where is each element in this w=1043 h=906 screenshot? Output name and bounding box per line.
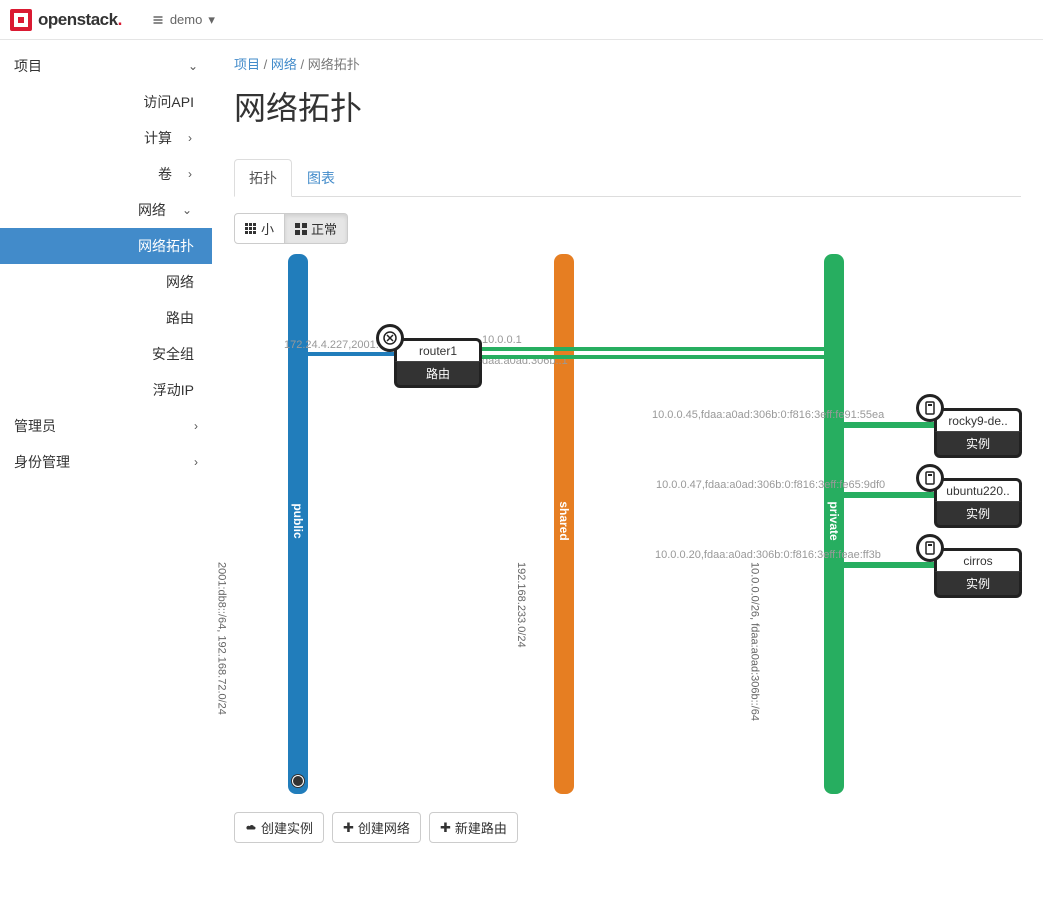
server-icon — [916, 394, 944, 422]
link-ubuntu — [834, 492, 944, 498]
size-normal-button[interactable]: 正常 — [285, 213, 348, 244]
grid-large-icon — [295, 223, 307, 235]
globe-icon — [291, 774, 305, 788]
plus-icon: ✚ — [343, 820, 354, 836]
chevron-right-icon: › — [194, 455, 198, 469]
size-toggle: 小 正常 — [234, 213, 348, 244]
tabs: 拓扑 图表 — [234, 159, 1021, 197]
link-router-private — [464, 347, 834, 359]
footer-actions: 创建实例 ✚ 创建网络 ✚ 新建路由 — [234, 812, 1021, 843]
server-icon — [916, 464, 944, 492]
sidebar-item-networks[interactable]: 网络 — [0, 264, 212, 300]
project-selector[interactable]: demo ▾ — [152, 12, 215, 28]
chevron-right-icon: › — [194, 419, 198, 433]
link-label-cirros: 10.0.0.20,fdaa:a0ad:306b:0:f816:3eff:fea… — [655, 549, 881, 561]
create-router-button[interactable]: ✚ 新建路由 — [429, 812, 518, 843]
breadcrumb-network[interactable]: 网络 — [271, 57, 297, 72]
layers-icon — [152, 14, 164, 26]
device-cirros-type: 实例 — [934, 571, 1022, 598]
cloud-icon — [245, 822, 257, 834]
sidebar-item-topology[interactable]: 网络拓扑 — [0, 228, 212, 264]
device-rocky9-name: rocky9-de.. — [934, 408, 1022, 431]
network-private-label: private — [827, 501, 841, 540]
device-ubuntu-type: 实例 — [934, 501, 1022, 528]
device-ubuntu-name: ubuntu220.. — [934, 478, 1022, 501]
create-network-button[interactable]: ✚ 创建网络 — [332, 812, 421, 843]
breadcrumb-current: 网络拓扑 — [308, 57, 360, 72]
tab-graph[interactable]: 图表 — [292, 159, 350, 197]
sidebar-item-identity[interactable]: 身份管理› — [0, 444, 212, 480]
breadcrumb: 项目 / 网络 / 网络拓扑 — [234, 54, 1021, 73]
breadcrumb-project[interactable]: 项目 — [234, 57, 260, 72]
link-rocky9 — [834, 422, 944, 428]
size-small-button[interactable]: 小 — [234, 213, 285, 244]
network-public[interactable]: public 2001:db8::/64, 192.168.72.0/24 — [288, 254, 308, 794]
network-private[interactable]: private 10.0.0.0/26, fdaa:a0ad:306b::/64 — [824, 254, 844, 794]
network-shared-label: shared — [557, 501, 571, 540]
plus-icon: ✚ — [440, 820, 451, 836]
caret-down-icon: ▾ — [208, 12, 215, 28]
topbar: openstack. demo ▾ — [0, 0, 1043, 40]
sidebar-item-volume[interactable]: 卷› — [0, 156, 212, 192]
sidebar-item-secgroups[interactable]: 安全组 — [0, 336, 212, 372]
sidebar-item-routers[interactable]: 路由 — [0, 300, 212, 336]
chevron-down-icon: ⌄ — [188, 59, 198, 73]
grid-small-icon — [245, 223, 257, 235]
page-title: 网络拓扑 — [234, 83, 1021, 129]
server-icon — [916, 534, 944, 562]
sidebar-item-floatingip[interactable]: 浮动IP — [0, 372, 212, 408]
sidebar-item-compute[interactable]: 计算› — [0, 120, 212, 156]
network-private-cidr: 10.0.0.0/26, fdaa:a0ad:306b::/64 — [748, 562, 760, 721]
network-public-cidr: 2001:db8::/64, 192.168.72.0/24 — [216, 562, 228, 715]
device-router1[interactable]: router1 路由 — [394, 338, 482, 388]
sidebar-item-admin[interactable]: 管理员› — [0, 408, 212, 444]
sidebar: 项目⌄ 访问API 计算› 卷› 网络⌄ 网络拓扑 网络 路由 安全组 浮动IP… — [0, 40, 212, 906]
device-cirros-name: cirros — [934, 548, 1022, 571]
chevron-right-icon: › — [188, 131, 192, 145]
network-shared[interactable]: shared 192.168.233.0/24 — [554, 254, 574, 794]
device-ubuntu[interactable]: ubuntu220.. 实例 — [934, 478, 1022, 528]
link-label-rocky9: 10.0.0.45,fdaa:a0ad:306b:0:f816:3eff:fe9… — [652, 409, 884, 421]
device-cirros[interactable]: cirros 实例 — [934, 548, 1022, 598]
sidebar-item-project[interactable]: 项目⌄ — [0, 48, 212, 84]
brand-text: openstack. — [38, 10, 122, 30]
network-topology-canvas[interactable]: public 2001:db8::/64, 192.168.72.0/24 sh… — [234, 254, 1034, 794]
chevron-down-icon: ⌄ — [182, 203, 192, 217]
link-label-ubuntu: 10.0.0.47,fdaa:a0ad:306b:0:f816:3eff:fe6… — [656, 479, 885, 491]
tab-topology[interactable]: 拓扑 — [234, 159, 292, 197]
device-router1-type: 路由 — [394, 361, 482, 388]
main-content: 项目 / 网络 / 网络拓扑 网络拓扑 拓扑 图表 小 正常 public 20… — [212, 40, 1043, 906]
link-label-router-top: 10.0.0.1 — [482, 334, 522, 346]
chevron-right-icon: › — [188, 167, 192, 181]
sidebar-item-api[interactable]: 访问API — [0, 84, 212, 120]
network-shared-cidr: 192.168.233.0/24 — [515, 562, 527, 648]
link-router-public — [298, 352, 396, 356]
sidebar-item-network[interactable]: 网络⌄ — [0, 192, 212, 228]
router-icon — [376, 324, 404, 352]
link-cirros — [834, 562, 944, 568]
network-public-label: public — [291, 503, 305, 538]
openstack-logo-icon — [10, 9, 32, 31]
device-router1-name: router1 — [394, 338, 482, 361]
device-rocky9[interactable]: rocky9-de.. 实例 — [934, 408, 1022, 458]
create-instance-button[interactable]: 创建实例 — [234, 812, 324, 843]
device-rocky9-type: 实例 — [934, 431, 1022, 458]
